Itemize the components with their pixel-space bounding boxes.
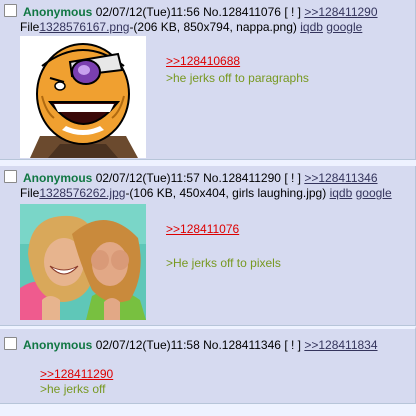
poster-name: Anonymous bbox=[23, 338, 93, 352]
report-button[interactable]: [ ! ] bbox=[284, 5, 301, 19]
report-button[interactable]: [ ! ] bbox=[284, 171, 301, 185]
google-link[interactable]: google bbox=[326, 20, 362, 34]
iqdb-link[interactable]: iqdb bbox=[330, 186, 353, 200]
post-number[interactable]: No.128411290 bbox=[203, 171, 281, 185]
file-label: File bbox=[20, 20, 40, 34]
post-message: >>128411290 >he jerks off bbox=[40, 367, 113, 396]
reply-post-3: Anonymous 02/07/12(Tue)11:58 No.12841134… bbox=[0, 326, 416, 404]
iqdb-link[interactable]: iqdb bbox=[300, 20, 323, 34]
backlink[interactable]: >>128411834 bbox=[304, 338, 377, 352]
poster-name: Anonymous bbox=[23, 5, 93, 19]
file-details: -(206 KB, 850x794, nappa.png) bbox=[129, 20, 297, 34]
post-number[interactable]: No.128411076 bbox=[203, 5, 281, 19]
girls-laughing-photo bbox=[20, 204, 146, 320]
select-checkbox[interactable] bbox=[4, 337, 17, 350]
greentext-line: >He jerks off to pixels bbox=[166, 256, 281, 270]
post-header: Anonymous 02/07/12(Tue)11:56 No.12841107… bbox=[4, 4, 378, 19]
post-datetime: 02/07/12(Tue)11:58 bbox=[95, 338, 200, 352]
file-link[interactable]: 1328576167.png bbox=[39, 20, 129, 34]
post-number[interactable]: No.128411346 bbox=[203, 338, 281, 352]
quote-link[interactable]: >>128411076 bbox=[166, 222, 281, 236]
poster-name: Anonymous bbox=[23, 171, 93, 185]
bald-saiyan-face-image bbox=[20, 36, 146, 158]
quote-link[interactable]: >>128411290 bbox=[40, 367, 113, 381]
file-label: File bbox=[20, 186, 40, 200]
post-message: >>128410688 >he jerks off to paragraphs bbox=[166, 54, 309, 85]
report-button[interactable]: [ ! ] bbox=[284, 338, 301, 352]
post-thumbnail[interactable] bbox=[20, 36, 146, 158]
backlink[interactable]: >>128411346 bbox=[304, 171, 377, 185]
file-info-line: File1328576167.png-(206 KB, 850x794, nap… bbox=[20, 20, 362, 34]
quote-link[interactable]: >>128410688 bbox=[166, 54, 309, 68]
select-checkbox[interactable] bbox=[4, 4, 17, 17]
file-details: -(106 KB, 450x404, girls laughing.jpg) bbox=[125, 186, 327, 200]
backlink[interactable]: >>128411290 bbox=[304, 5, 377, 19]
post-datetime: 02/07/12(Tue)11:57 bbox=[95, 171, 200, 185]
file-info-line: File1328576262.jpg-(106 KB, 450x404, gir… bbox=[20, 186, 392, 200]
post-thumbnail[interactable] bbox=[20, 204, 146, 320]
file-link[interactable]: 1328576262.jpg bbox=[39, 186, 125, 200]
post-datetime: 02/07/12(Tue)11:56 bbox=[95, 5, 200, 19]
post-header: Anonymous 02/07/12(Tue)11:58 No.12841134… bbox=[4, 337, 378, 352]
reply-post-1: Anonymous 02/07/12(Tue)11:56 No.12841107… bbox=[0, 0, 416, 160]
greentext-line: >he jerks off bbox=[40, 382, 106, 396]
post-message: >>128411076 >He jerks off to pixels bbox=[166, 222, 281, 270]
post-header: Anonymous 02/07/12(Tue)11:57 No.12841129… bbox=[4, 170, 378, 185]
select-checkbox[interactable] bbox=[4, 170, 17, 183]
greentext-line: >he jerks off to paragraphs bbox=[166, 71, 309, 85]
reply-post-2: Anonymous 02/07/12(Tue)11:57 No.12841129… bbox=[0, 166, 416, 326]
google-link[interactable]: google bbox=[356, 186, 392, 200]
